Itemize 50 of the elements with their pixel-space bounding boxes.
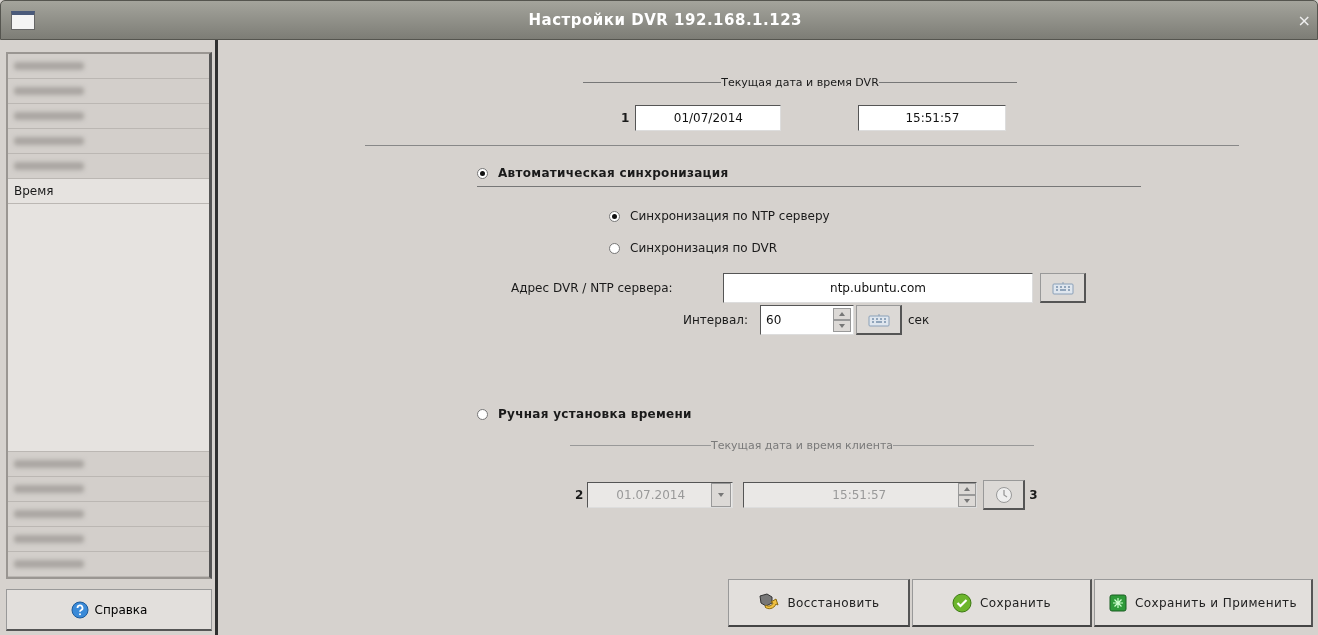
sparkle-square-icon	[1109, 593, 1128, 612]
blurred-label	[14, 535, 84, 543]
restore-button[interactable]: Восстановить	[728, 579, 910, 627]
interval-label: Интервал:	[683, 313, 749, 327]
marker-number: 2	[575, 488, 584, 502]
blurred-label	[14, 485, 84, 493]
window-icon	[11, 10, 35, 30]
interval-spinbox[interactable]: 60	[760, 305, 854, 335]
blurred-label	[14, 460, 84, 468]
up-arrow-icon[interactable]	[839, 312, 845, 316]
apply-button[interactable]: Сохранить и Применить	[1094, 579, 1313, 627]
blurred-label	[14, 162, 84, 170]
blurred-label	[14, 560, 84, 568]
keyboard-icon	[1051, 280, 1074, 295]
down-arrow-icon[interactable]	[839, 324, 845, 328]
date-field[interactable]: 01/07/2014	[635, 105, 782, 131]
radio-label: Синхронизация по DVR	[630, 241, 778, 255]
help-button[interactable]: Справка	[6, 589, 212, 631]
radio-label: Автоматическая синхронизация	[498, 166, 729, 180]
blurred-label	[14, 62, 84, 70]
up-arrow-icon[interactable]	[964, 487, 971, 491]
radio-button[interactable]	[609, 210, 620, 222]
sidebar-item[interactable]: Время	[8, 179, 209, 204]
radio-label: Синхронизация по NTP серверу	[630, 209, 830, 223]
group-title: Текущая дата и время клиента	[710, 439, 894, 452]
group-title: Текущая дата и время DVR	[721, 76, 879, 89]
down-arrow-icon[interactable]	[964, 499, 971, 503]
marker-number: 1	[621, 111, 630, 125]
radio-button[interactable]	[609, 242, 620, 254]
help-icon	[70, 600, 89, 619]
clock-icon	[994, 485, 1013, 504]
save-button[interactable]: Сохранить	[912, 579, 1092, 627]
unit-label: сек	[908, 313, 930, 327]
down-arrow-icon[interactable]	[718, 493, 725, 497]
blurred-label	[14, 137, 84, 145]
marker-number: 3	[1029, 488, 1038, 502]
time-field[interactable]: 15:51:57	[858, 105, 1007, 131]
check-circle-icon	[951, 592, 972, 613]
keyboard-icon	[867, 312, 890, 327]
blurred-label	[14, 510, 84, 518]
radio-label: Ручная установка времени	[498, 407, 692, 421]
address-field[interactable]: ntp.ubuntu.com	[723, 273, 1033, 303]
radio-button[interactable]	[477, 167, 488, 179]
window-title: Настройки DVR 192.168.1.123	[527, 11, 804, 29]
blurred-label	[14, 87, 84, 95]
clock-button[interactable]	[983, 480, 1026, 510]
keyboard-button[interactable]	[1040, 273, 1086, 303]
keyboard-button[interactable]	[856, 305, 902, 335]
blurred-label	[14, 112, 84, 120]
address-label: Адрес DVR / NTP сервера:	[511, 281, 674, 295]
